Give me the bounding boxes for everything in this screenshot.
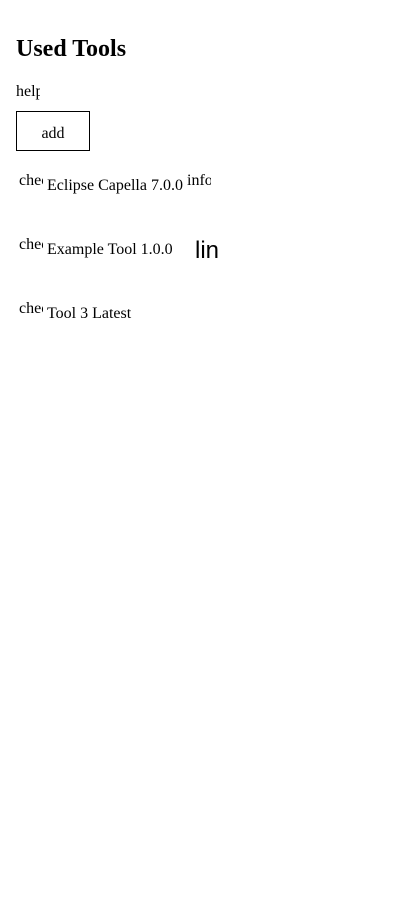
- tool-name: Eclipse Capella 7.0.0: [47, 177, 183, 194]
- tool-name: Tool 3 Latest: [47, 305, 132, 322]
- tool-name: Example Tool 1.0.0: [47, 241, 173, 258]
- check-icon[interactable]: check: [19, 299, 43, 319]
- check-icon[interactable]: check: [19, 235, 43, 255]
- link-icon[interactable]: link: [195, 235, 219, 267]
- check-icon[interactable]: check: [19, 171, 43, 191]
- info-icon[interactable]: info: [187, 171, 211, 191]
- tool-row-tool-3: check Tool 3 Latest: [0, 299, 420, 343]
- add-tool-button[interactable]: add: [16, 111, 90, 151]
- tool-row-example-tool: check Example Tool 1.0.0 link: [0, 235, 420, 279]
- tool-row-eclipse-capella: check Eclipse Capella 7.0.0 info: [0, 171, 420, 215]
- used-tools-page: Used Tools help add check Eclipse Capell…: [0, 0, 420, 920]
- page-title: Used Tools: [16, 36, 127, 62]
- help-icon[interactable]: help: [16, 82, 40, 102]
